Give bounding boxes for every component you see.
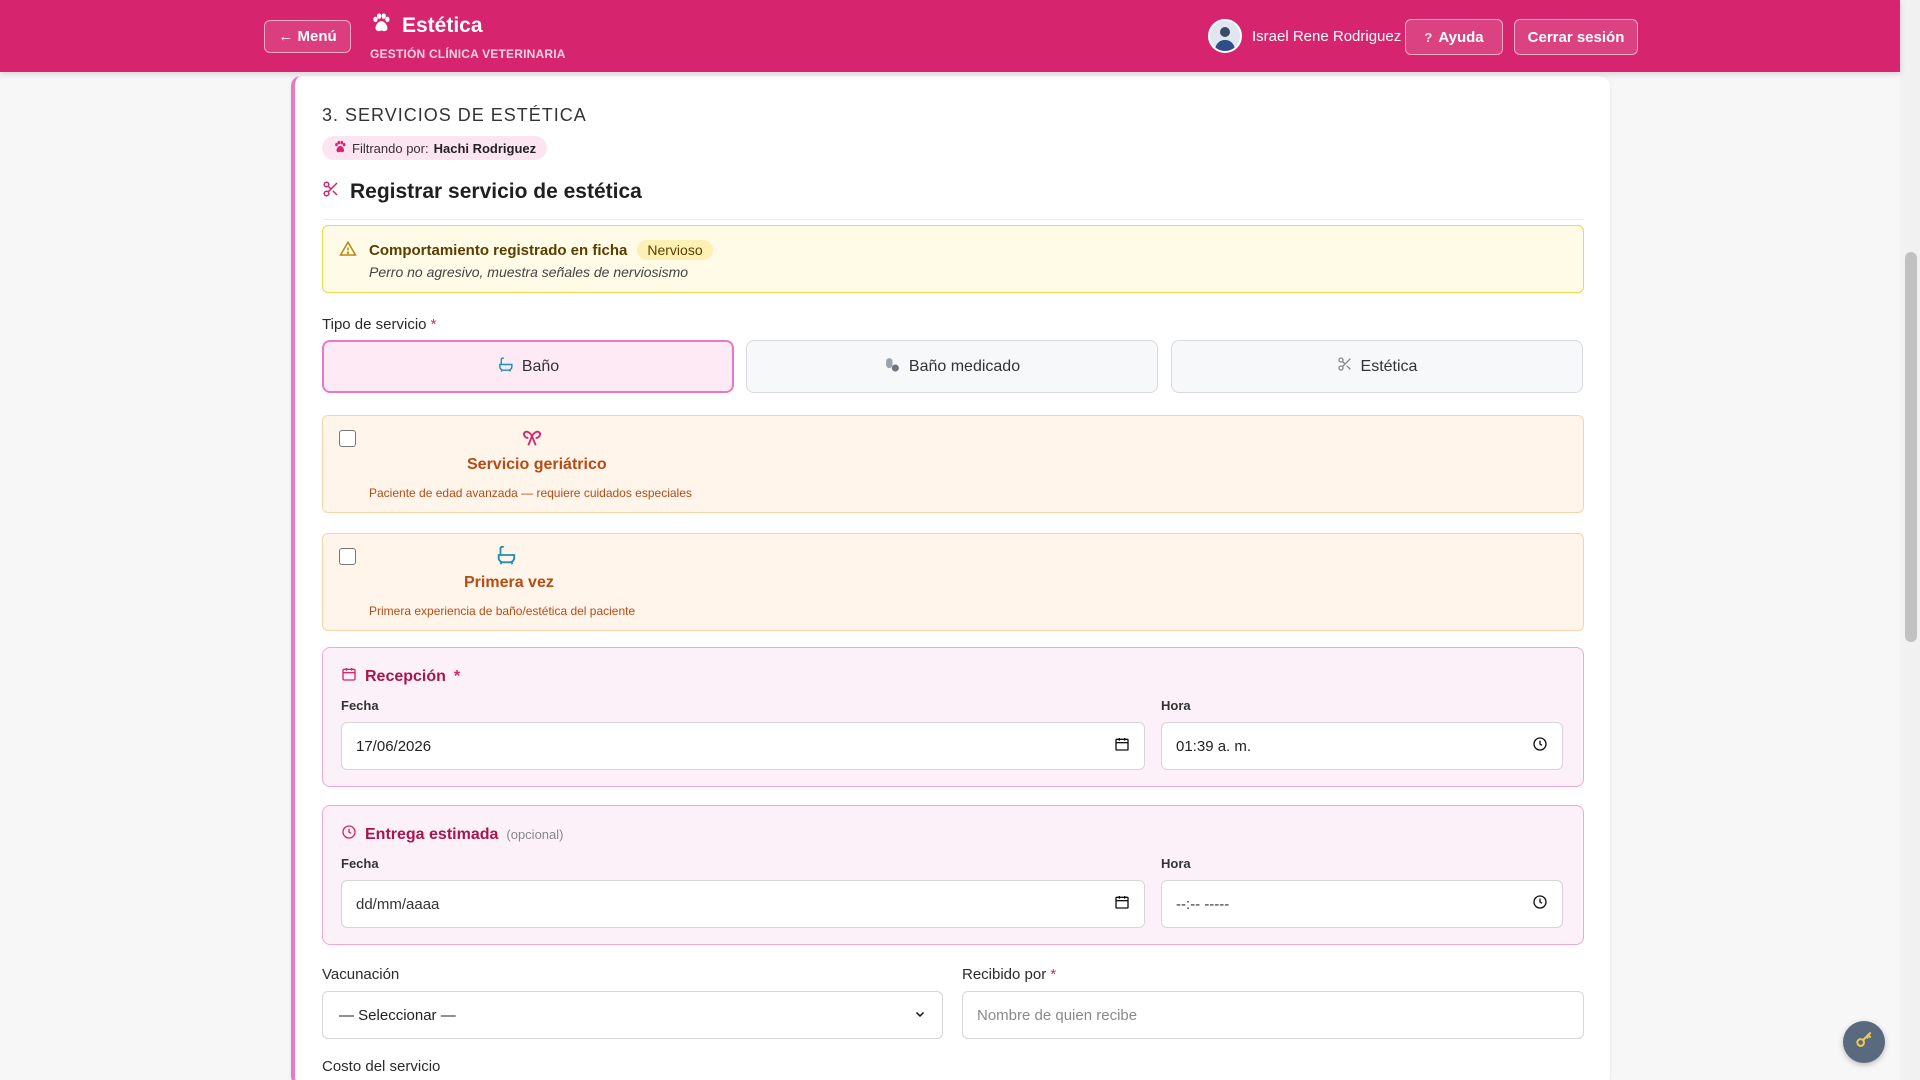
calendar-icon [341,666,357,687]
required-mark: * [453,667,461,685]
delivery-time-label: Hora [1161,856,1191,871]
service-type-bano[interactable]: Baño [322,340,734,393]
ribbon-icon [521,426,543,453]
service-type-label: Estética [1360,357,1418,375]
service-type-label: Tipo de servicio * [322,316,437,333]
section-title: 3. SERVICIOS DE ESTÉTICA [322,105,587,125]
logout-button[interactable]: Cerrar sesión [1514,19,1638,55]
chevron-down-icon [914,1007,926,1024]
form-title: Registrar servicio de estética [322,180,642,204]
filter-prefix: Filtrando por: [352,140,429,156]
delivery-time-placeholder: --:-- ----- [1176,895,1230,913]
reception-time-input[interactable]: 01:39 a. m. [1161,722,1563,770]
delivery-box: Entrega estimada (opcional) Fecha Hora d… [322,805,1584,945]
filter-pill: Filtrando por: Hachi Rodriguez [322,136,548,160]
reception-time-value: 01:39 a. m. [1176,737,1252,755]
question-icon: ? [1424,29,1433,45]
service-type-bano-medicado[interactable]: Baño medicado [746,340,1158,393]
alert-text: Perro no agresivo, muestra señales de ne… [369,264,689,280]
first-time-checkbox[interactable] [339,548,356,565]
service-type-label: Baño medicado [908,357,1021,375]
warning-icon [339,240,357,263]
service-type-label-text: Tipo de servicio [322,316,427,333]
alert-title: Comportamiento registrado en ficha [369,241,628,259]
app-subtitle: GESTIÓN CLÍNICA VETERINARIA [370,47,566,61]
first-time-desc: Primera experiencia de baño/estética del… [369,604,636,618]
top-header: ← Menú Estética GESTIÓN CLÍNICA VETERINA… [0,0,1900,72]
clock-icon [341,824,357,845]
received-by-label: Recibido por * [962,966,1056,983]
divider [322,219,1584,220]
help-button[interactable]: ? Ayuda [1405,19,1503,55]
help-label: Ayuda [1438,28,1484,46]
pills-icon [884,356,901,378]
cost-label: Costo del servicio [322,1058,441,1075]
paw-icon [333,140,347,157]
geriatric-checkbox[interactable] [339,430,356,447]
user-info: Israel Rene Rodriguez [1208,19,1401,53]
vaccination-select[interactable]: — Seleccionar — [322,991,943,1039]
delivery-header: Entrega estimada (opcional) [341,824,563,845]
delivery-time-input[interactable]: --:-- ----- [1161,880,1563,928]
app-title: Estética [402,13,483,37]
required-mark: * [1050,966,1057,983]
geriatric-option: Servicio geriátrico Paciente de edad ava… [322,415,1584,513]
vaccination-label: Vacunación [322,966,400,983]
form-title-text: Registrar servicio de estética [350,180,642,203]
menu-button[interactable]: ← Menú [264,20,351,53]
reception-title: Recepción [365,667,446,685]
received-by-label-text: Recibido por [962,966,1047,983]
service-type-label: Baño [521,357,560,375]
reception-date-input[interactable]: 17/06/2026 [341,722,1145,770]
calendar-picker-icon[interactable] [1114,894,1130,914]
delivery-title: Entrega estimada [365,825,499,843]
scissors-icon [322,180,340,204]
paw-icon [370,12,392,39]
required-mark: * [430,316,437,333]
calendar-picker-icon[interactable] [1114,736,1130,756]
clock-icon[interactable] [1532,894,1548,914]
bathtub-icon [495,544,517,571]
delivery-date-placeholder: dd/mm/aaaa [356,895,440,913]
received-by-input[interactable]: Nombre de quien recibe [962,991,1584,1039]
scissors-icon [1337,356,1353,377]
delivery-date-input[interactable]: dd/mm/aaaa [341,880,1145,928]
received-by-placeholder: Nombre de quien recibe [977,1006,1138,1024]
service-type-estetica[interactable]: Estética [1171,340,1583,393]
first-time-option: Primera vez Primera experiencia de baño/… [322,533,1584,631]
reception-box: Recepción * Fecha Hora 17/06/2026 01:39 … [322,647,1584,787]
filter-value: Hachi Rodriguez [433,140,537,156]
reception-header: Recepción * [341,666,460,687]
geriatric-title: Servicio geriátrico [467,456,607,473]
behavior-badge: Nervioso [637,240,713,260]
user-name: Israel Rene Rodriguez [1252,27,1402,45]
key-icon [1854,1030,1874,1055]
reception-time-label: Hora [1161,698,1191,713]
brand: Estética GESTIÓN CLÍNICA VETERINARIA [370,12,566,61]
scrollbar-thumb[interactable] [1905,252,1917,642]
clock-icon[interactable] [1532,736,1548,756]
first-time-title: Primera vez [464,574,554,591]
reception-date-label: Fecha [341,698,379,713]
reception-date-value: 17/06/2026 [356,737,432,755]
vaccination-selected: — Seleccionar — [339,1006,456,1024]
geriatric-desc: Paciente de edad avanzada — requiere cui… [369,486,692,500]
behavior-alert: Comportamiento registrado en ficha Nervi… [322,225,1584,293]
bathtub-icon [497,356,514,378]
optional-tag: (opcional) [506,827,564,842]
delivery-date-label: Fecha [341,856,379,871]
avatar [1208,19,1242,53]
key-floating-button[interactable] [1843,1021,1885,1063]
